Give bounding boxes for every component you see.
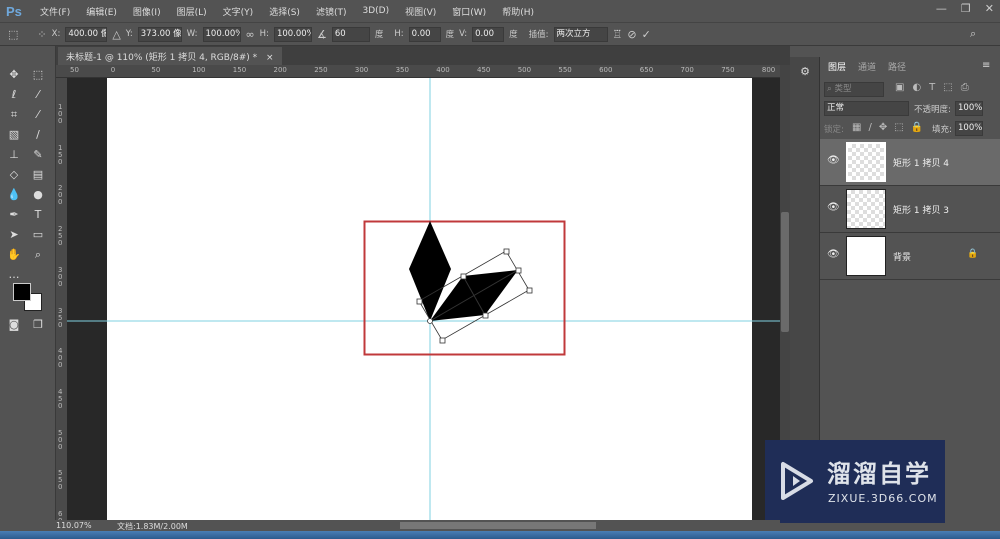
layer-name: 矩形 1 拷贝 4 [893, 159, 950, 169]
transform-handle [515, 267, 522, 274]
filter-icons[interactable]: ▣◐T⬚⎙ [895, 82, 977, 93]
layer-filter-select[interactable]: ⌕ 类型 [824, 82, 884, 97]
transform-pivot [427, 318, 433, 324]
transform-handle [526, 287, 533, 294]
lock-icons[interactable]: ▦/✥⬚🔒 [852, 122, 930, 133]
watermark-url: ZIXUE.3D66.COM [828, 492, 938, 505]
transform-handle [439, 337, 446, 344]
transform-handle [416, 298, 423, 305]
layer-row-copy-4[interactable]: 👁 矩形 1 拷贝 4 [820, 139, 1000, 186]
layer-thumbnail [846, 189, 886, 229]
layer-thumbnail [846, 236, 886, 276]
layer-name: 矩形 1 拷贝 3 [893, 206, 950, 216]
tab-channels[interactable]: 通道 [852, 57, 882, 75]
tab-paths[interactable]: 路径 [882, 57, 912, 75]
opacity-field[interactable]: 100% [955, 101, 983, 116]
watermark-title: 溜溜自学 [827, 460, 931, 488]
opacity-label: 不透明度: [914, 105, 951, 115]
search-icon[interactable]: ⌕ [970, 27, 976, 41]
panel-menu-icon[interactable]: ≡ [982, 60, 990, 71]
visibility-eye-icon[interactable]: 👁 [827, 155, 840, 166]
lock-label: 锁定: [824, 125, 844, 135]
lock-icon: 🔒 [967, 249, 979, 259]
transform-handle [460, 273, 467, 280]
layer-name: 背景 [893, 253, 912, 263]
canvas-overlay [67, 78, 780, 520]
minimize-button[interactable]: — [936, 2, 947, 15]
window-controls: — ❐ ✕ [936, 2, 994, 15]
close-button[interactable]: ✕ [985, 2, 994, 15]
play-logo-icon [781, 462, 813, 500]
layer-row-copy-3[interactable]: 👁 矩形 1 拷贝 3 [820, 186, 1000, 233]
fill-label: 填充: [932, 125, 952, 135]
transform-handle [503, 248, 510, 255]
horizontal-scrollbar-thumb[interactable] [400, 522, 596, 529]
layer-row-background[interactable]: 👁 背景 🔒 [820, 233, 1000, 280]
visibility-eye-icon[interactable]: 👁 [827, 202, 840, 213]
tab-layers[interactable]: 图层 [822, 57, 853, 75]
blend-mode-select[interactable]: 正常 [824, 101, 909, 116]
status-bar: 110.07% 文档:1.83M/2.00M [0, 520, 780, 531]
transform-handle [482, 312, 489, 319]
zoom-level[interactable]: 110.07% [56, 521, 92, 530]
watermark-logo: 溜溜自学 ZIXUE.3D66.COM [765, 440, 945, 523]
restore-button[interactable]: ❐ [961, 2, 971, 15]
layer-thumbnail [846, 142, 886, 182]
windows-taskbar [0, 531, 1000, 539]
libraries-icon[interactable]: ⚙ [797, 65, 813, 79]
fill-field[interactable]: 100% [955, 121, 983, 136]
filter-placeholder: 类型 [834, 84, 852, 94]
visibility-eye-icon[interactable]: 👁 [827, 249, 840, 260]
scrollbar-thumb[interactable] [781, 212, 789, 332]
